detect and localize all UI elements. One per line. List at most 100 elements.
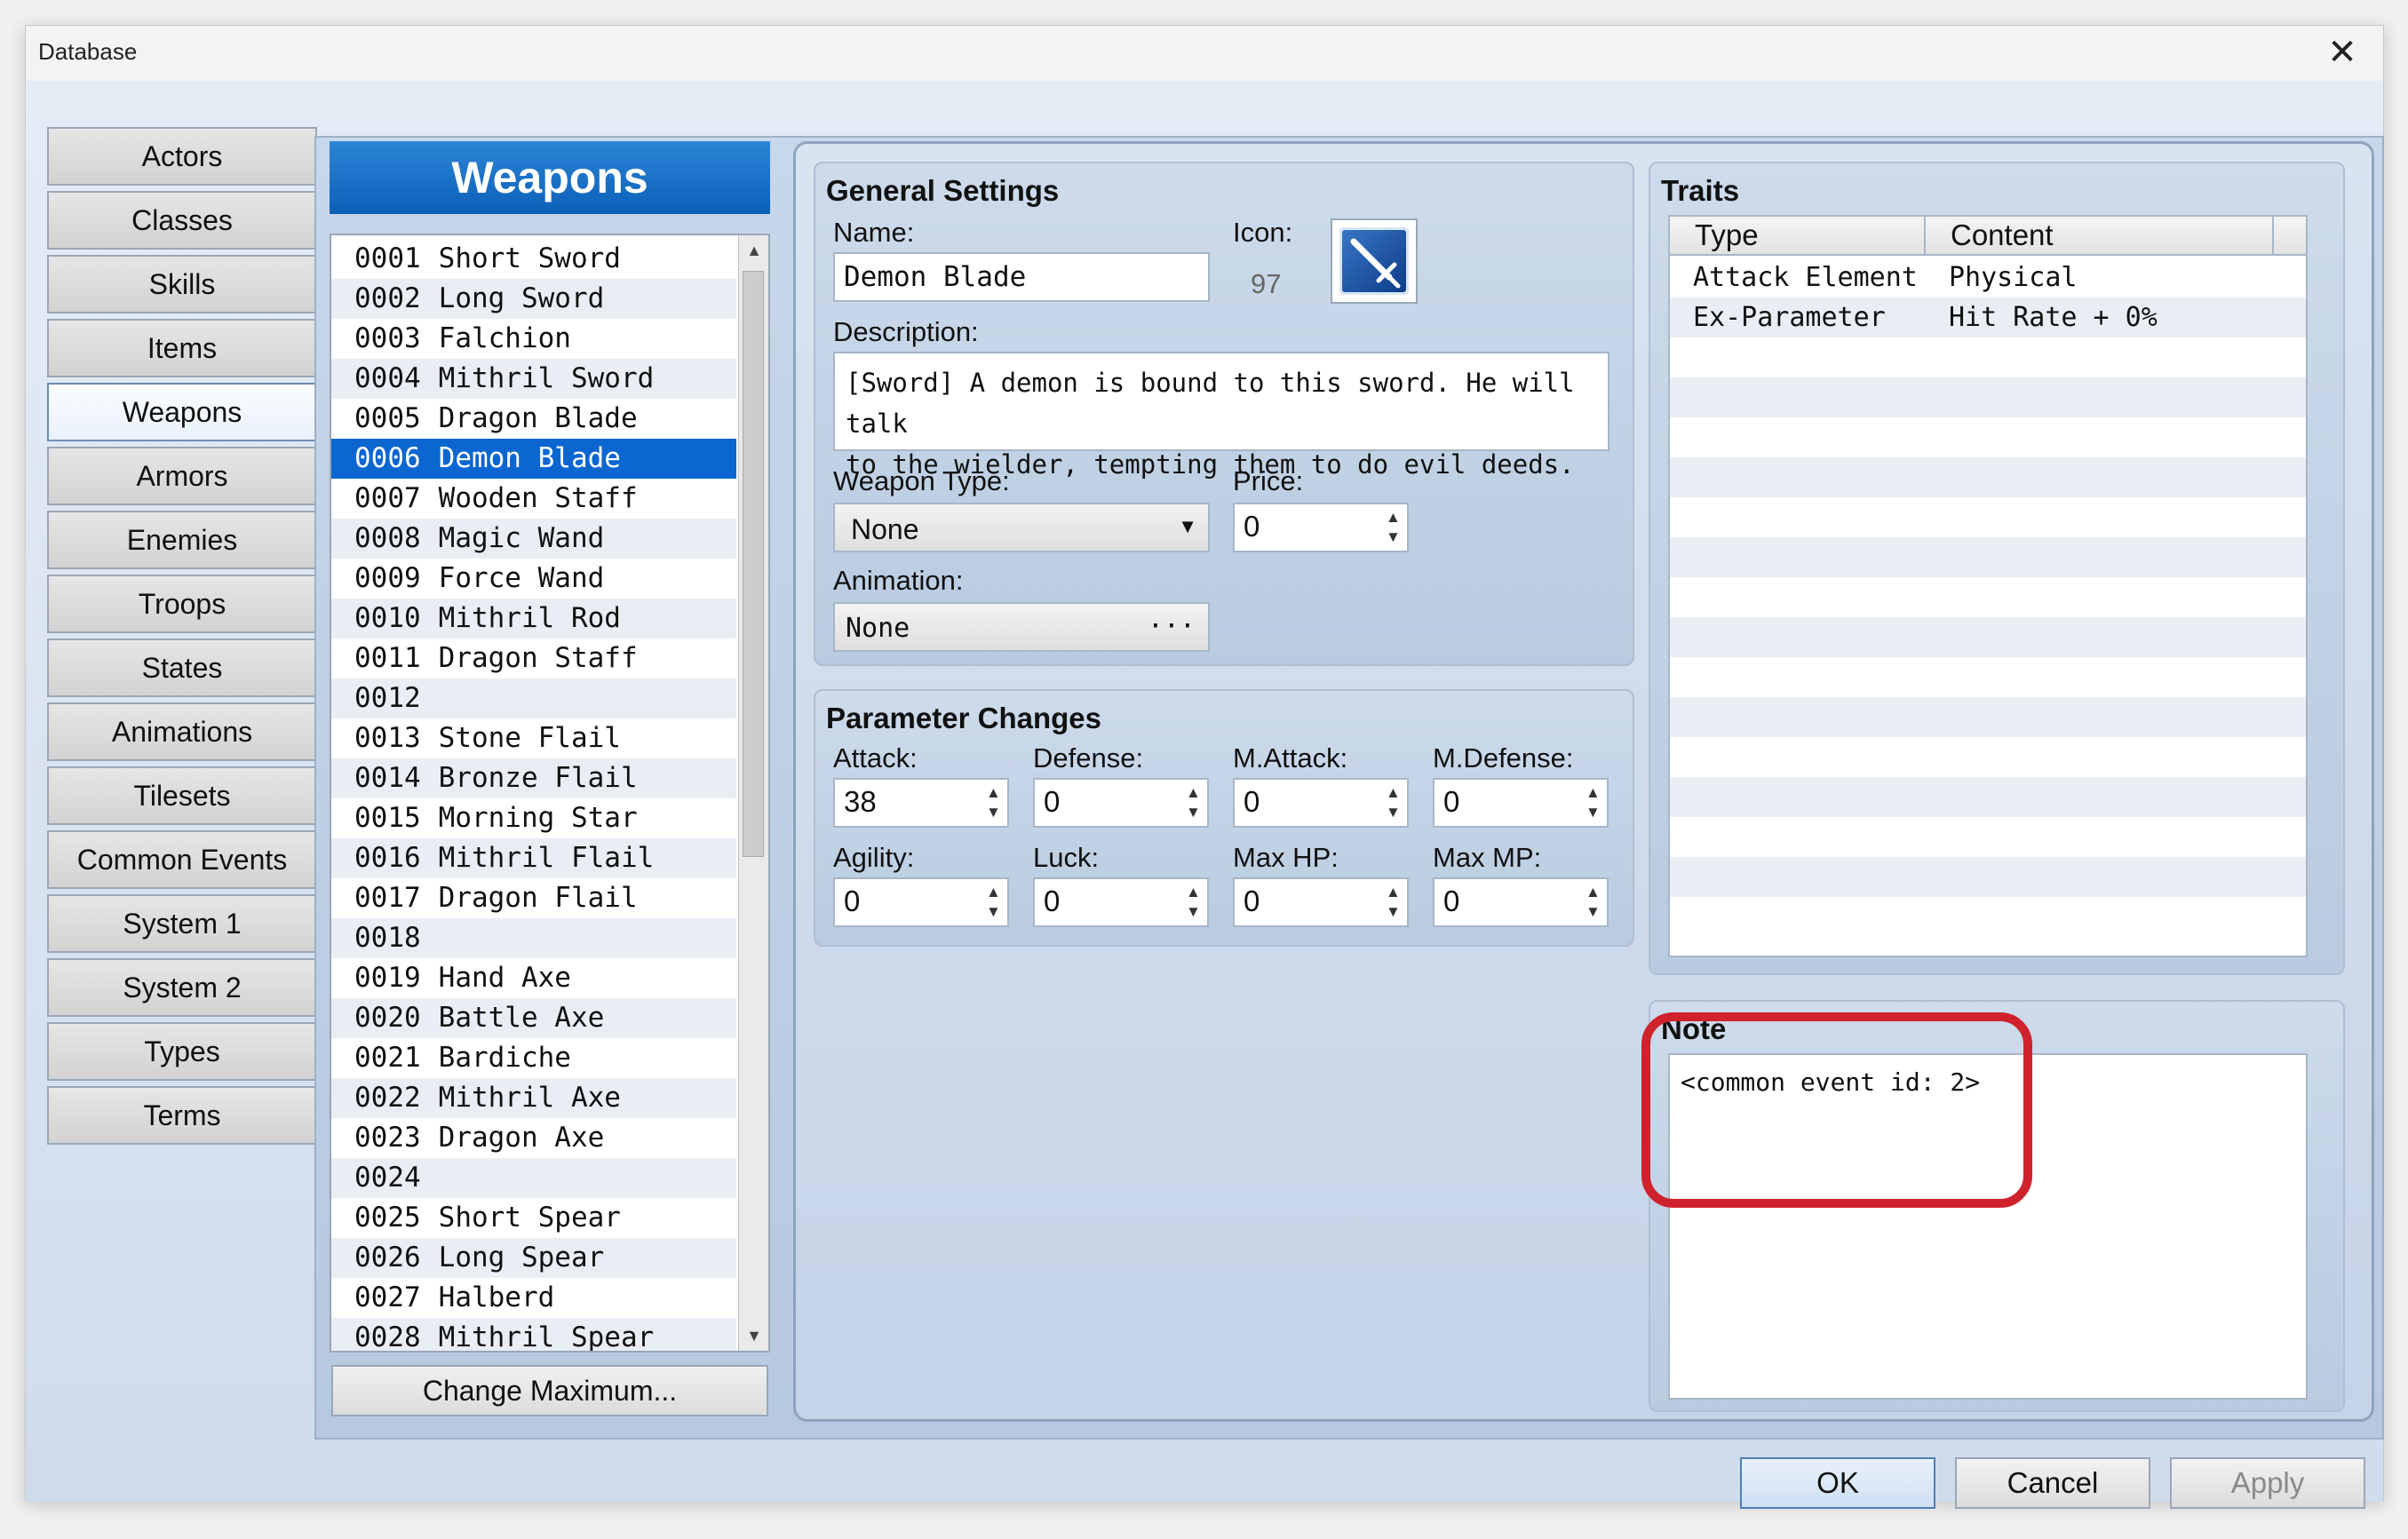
list-item[interactable]: 0025 Short Spear [331,1198,736,1238]
description-field[interactable]: [Sword] A demon is bound to this sword. … [833,352,1609,480]
traits-table[interactable]: Type Content Attack Element Physical Ex-Pa… [1668,215,2308,957]
list-item[interactable]: 0001 Short Sword [331,239,736,279]
list-item[interactable]: 0008 Magic Wand [331,519,736,559]
category-skills[interactable]: Skills [47,255,317,313]
list-item[interactable]: 0011 Dragon Staff [331,639,736,678]
list-item[interactable]: 0015 Morning Star [331,798,736,838]
empty-table-row[interactable] [1670,537,2306,577]
list-item[interactable]: 0014 Bronze Flail [331,758,736,798]
empty-table-row[interactable] [1670,457,2306,497]
list-item[interactable]: 0007 Wooden Staff [331,479,736,519]
param-stepper[interactable]: 0 ▲ ▼ [1233,778,1409,828]
category-common-events[interactable]: Common Events [47,830,317,889]
category-states[interactable]: States [47,639,317,697]
category-system-1[interactable]: System 1 [47,894,317,953]
table-row[interactable]: Ex-Parameter Hit Rate + 0% [1670,297,2306,337]
list-item[interactable]: 0009 Force Wand [331,559,736,599]
param-stepper[interactable]: 0 ▲ ▼ [1433,778,1609,828]
list-item[interactable]: 0027 Halberd [331,1278,736,1318]
list-item[interactable]: 0021 Bardiche [331,1038,736,1078]
icon-picker[interactable] [1331,218,1418,304]
empty-table-row[interactable] [1670,657,2306,697]
traits-col-content[interactable]: Content [1926,217,2274,256]
category-actors[interactable]: Actors [47,127,317,186]
stepper-arrows-icon[interactable]: ▲ ▼ [1386,783,1401,822]
weapons-list[interactable]: 0001 Short Sword 0002 Long Sword 0003 Falchio… [330,234,770,1353]
close-icon[interactable]: ✕ [2319,29,2365,75]
category-terms[interactable]: Terms [47,1086,317,1145]
list-item[interactable]: 0006 Demon Blade [331,439,736,479]
empty-table-row[interactable] [1670,617,2306,657]
list-item[interactable]: 0018 [331,918,736,958]
empty-table-row[interactable] [1670,377,2306,417]
list-item[interactable]: 0012 [331,678,736,718]
param-stepper[interactable]: 0 ▲ ▼ [1033,877,1209,927]
price-stepper[interactable]: 0 ▲ ▼ [1233,503,1409,552]
param-stepper[interactable]: 0 ▲ ▼ [1233,877,1409,927]
category-weapons[interactable]: Weapons [47,383,317,441]
stepper-arrows-icon[interactable]: ▲ ▼ [1186,883,1201,922]
list-item[interactable]: 0016 Mithril Flail [331,838,736,878]
weapons-list-scrollbar[interactable]: ▲ ▼ [738,235,768,1351]
name-field[interactable]: Demon Blade [833,252,1210,302]
list-item[interactable]: 0017 Dragon Flail [331,878,736,918]
param-stepper[interactable]: 0 ▲ ▼ [833,877,1009,927]
category-tilesets[interactable]: Tilesets [47,766,317,825]
list-item[interactable]: 0026 Long Spear [331,1238,736,1278]
empty-table-row[interactable] [1670,897,2306,937]
stepper-arrows-icon[interactable]: ▲ ▼ [1386,508,1401,547]
list-item[interactable]: 0013 Stone Flail [331,718,736,758]
traits-col-type[interactable]: Type [1670,217,1926,256]
category-system-2[interactable]: System 2 [47,958,317,1017]
stepper-arrows-icon[interactable]: ▲ ▼ [1186,783,1201,822]
list-item[interactable]: 0023 Dragon Axe [331,1118,736,1158]
apply-button[interactable]: Apply [2170,1457,2365,1509]
ok-button[interactable]: OK [1740,1457,1935,1509]
stepper-arrows-icon[interactable]: ▲ ▼ [1386,883,1401,922]
category-animations[interactable]: Animations [47,702,317,761]
list-item[interactable]: 0019 Hand Axe [331,958,736,998]
param-stepper[interactable]: 0 ▲ ▼ [1033,778,1209,828]
stepper-arrows-icon[interactable]: ▲ ▼ [1585,783,1601,822]
empty-table-row[interactable] [1670,777,2306,817]
empty-table-row[interactable] [1670,817,2306,857]
empty-table-row[interactable] [1670,697,2306,737]
list-item[interactable]: 0010 Mithril Rod [331,599,736,639]
table-row[interactable]: Attack Element Physical [1670,258,2306,297]
scroll-thumb[interactable] [743,271,764,857]
list-item[interactable]: 0022 Mithril Axe [331,1078,736,1118]
list-item[interactable]: 0005 Dragon Blade [331,399,736,439]
empty-table-row[interactable] [1670,857,2306,897]
category-classes[interactable]: Classes [47,191,317,250]
scroll-up-icon[interactable]: ▲ [739,235,768,266]
list-item[interactable]: 0024 [331,1158,736,1198]
weapon-name: Dragon Flail [438,882,638,914]
weapon-id: 0026 [354,1242,421,1273]
param-stepper[interactable]: 0 ▲ ▼ [1433,877,1609,927]
empty-table-row[interactable] [1670,497,2306,537]
weapon-id: 0022 [354,1082,421,1114]
empty-table-row[interactable] [1670,417,2306,457]
list-item[interactable]: 0020 Battle Axe [331,998,736,1038]
category-items[interactable]: Items [47,319,317,377]
scroll-down-icon[interactable]: ▼ [739,1321,768,1351]
empty-table-row[interactable] [1670,737,2306,777]
animation-selector[interactable]: None ··· [833,602,1210,652]
empty-table-row[interactable] [1670,577,2306,617]
list-item[interactable]: 0004 Mithril Sword [331,359,736,399]
list-item[interactable]: 0003 Falchion [331,319,736,359]
list-item[interactable]: 0028 Mithril Spear [331,1318,736,1351]
empty-table-row[interactable] [1670,337,2306,377]
category-enemies[interactable]: Enemies [47,511,317,569]
category-types[interactable]: Types [47,1022,317,1081]
param-stepper[interactable]: 38 ▲ ▼ [833,778,1009,828]
weapon-type-dropdown[interactable]: None ▼ [833,503,1210,552]
cancel-button[interactable]: Cancel [1955,1457,2150,1509]
stepper-arrows-icon[interactable]: ▲ ▼ [986,883,1001,922]
category-troops[interactable]: Troops [47,575,317,633]
stepper-arrows-icon[interactable]: ▲ ▼ [986,783,1001,822]
list-item[interactable]: 0002 Long Sword [331,279,736,319]
stepper-arrows-icon[interactable]: ▲ ▼ [1585,883,1601,922]
category-armors[interactable]: Armors [47,447,317,505]
change-maximum-button[interactable]: Change Maximum... [331,1365,768,1416]
